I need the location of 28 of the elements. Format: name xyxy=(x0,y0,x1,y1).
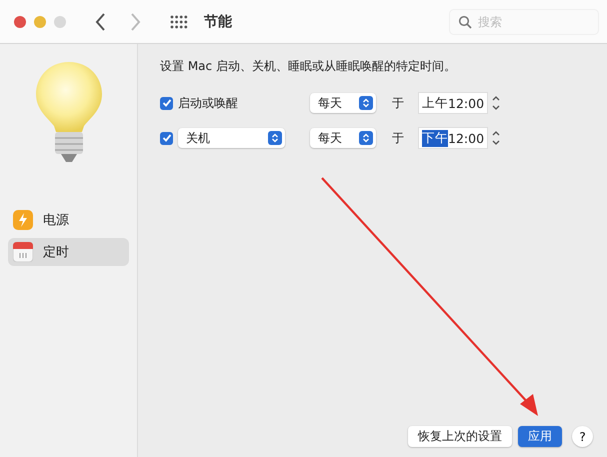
at-label: 于 xyxy=(392,130,405,146)
time-field[interactable]: 上午12:00 xyxy=(418,92,488,114)
stepper-icon[interactable] xyxy=(491,94,502,112)
grid-icon[interactable] xyxy=(170,14,188,28)
event-label: 启动或唤醒 xyxy=(178,94,239,112)
dialog-button[interactable]: 恢复上次的设置 xyxy=(408,426,512,447)
help-button[interactable]: ? xyxy=(572,426,593,447)
dialog-button[interactable]: 应用 xyxy=(518,426,562,447)
chevron-icon xyxy=(268,131,282,145)
close-button[interactable] xyxy=(14,16,26,28)
event-dropdown[interactable]: 关机 xyxy=(178,128,285,148)
sidebar-item[interactable]: 定时 xyxy=(8,238,129,266)
lightning-icon xyxy=(13,210,33,230)
chevron-icon xyxy=(359,96,373,110)
at-label: 于 xyxy=(392,94,405,112)
checkbox[interactable] xyxy=(160,96,173,110)
checkbox[interactable] xyxy=(160,132,173,144)
sidebar-item[interactable]: 电源 xyxy=(8,206,129,234)
repeat-dropdown[interactable]: 每天 xyxy=(310,93,376,113)
calendar-icon xyxy=(13,242,33,262)
search-icon xyxy=(458,14,472,28)
search-field[interactable]: 搜索 xyxy=(449,8,599,34)
chevron-icon xyxy=(359,131,373,145)
description-text: 设置 Mac 启动、关机、睡眠或从睡眠唤醒的特定时间。 xyxy=(160,58,457,75)
time-field[interactable]: 下午12:00 xyxy=(418,127,488,149)
repeat-dropdown[interactable]: 每天 xyxy=(310,128,376,148)
window-title: 节能 xyxy=(204,12,232,30)
stepper-icon[interactable] xyxy=(491,129,502,147)
